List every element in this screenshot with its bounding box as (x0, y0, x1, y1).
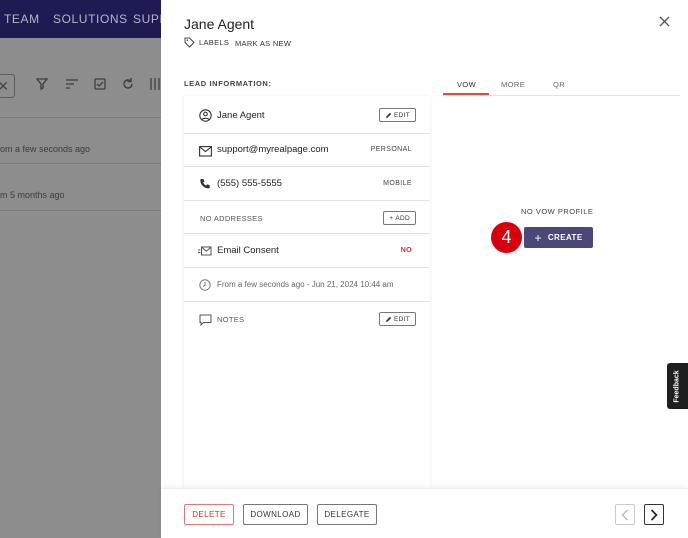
feedback-tab[interactable]: Feedback (667, 363, 688, 409)
lead-name-row: Jane Agent EDIT (184, 96, 430, 134)
mail-icon (198, 144, 212, 158)
labels-label: LABELS (199, 38, 230, 47)
lead-phone[interactable]: (555) 555-5555 (217, 178, 282, 189)
delete-button[interactable]: DELETE (184, 504, 234, 525)
columns-icon[interactable] (148, 77, 162, 91)
chevron-right-icon (650, 508, 658, 521)
no-vow-profile-label: NO VOW PROFILE (521, 207, 594, 216)
previous-lead-button[interactable] (615, 504, 635, 525)
lead-phone-row: (555) 555-5555 MOBILE (184, 167, 430, 201)
lead-information-heading: LEAD INFORMATION: (184, 79, 272, 88)
edit-notes-button[interactable]: EDIT (378, 312, 416, 326)
select-all-icon[interactable] (93, 77, 107, 91)
divider (0, 117, 161, 118)
download-button[interactable]: DOWNLOAD (243, 504, 308, 525)
sort-icon[interactable] (65, 77, 79, 91)
labels-button[interactable]: LABELS (184, 37, 229, 48)
profile-tabs: VOW MORE QR (443, 78, 680, 96)
divider (0, 210, 161, 211)
lead-information-panel: Jane Agent EDIT support@myrealpage.com P… (184, 96, 430, 488)
list-item-time: om a few seconds ago (0, 144, 91, 154)
refresh-icon[interactable] (121, 77, 135, 91)
lead-addresses-row: NO ADDRESSES + ADD (184, 201, 430, 234)
plus-icon: + (534, 230, 542, 245)
tab-vow[interactable]: VOW (457, 80, 476, 89)
tab-qr[interactable]: QR (553, 80, 565, 89)
activity-text: From a few seconds ago - Jun 21, 2024 10… (217, 280, 394, 289)
clear-filter-button[interactable]: ✕ (0, 74, 15, 98)
filter-icon[interactable] (35, 77, 50, 91)
close-icon (659, 16, 669, 27)
lead-details-drawer: Jane Agent LABELS MARK AS NEW LEAD INFOR… (161, 0, 688, 538)
create-vow-button[interactable]: + CREATE (524, 227, 593, 248)
step-number-badge: 4 (491, 222, 522, 253)
tag-icon (184, 37, 195, 48)
divider (0, 163, 161, 164)
edit-name-button[interactable]: EDIT (378, 108, 416, 122)
notes-label: NOTES (217, 315, 245, 324)
lead-email[interactable]: support@myrealpage.com (217, 144, 329, 155)
notes-row: NOTES EDIT (184, 302, 430, 336)
nav-item-solutions[interactable]: SOLUTIONS (53, 12, 128, 26)
list-item-time: m 5 months ago (0, 190, 65, 200)
nav-item-team[interactable]: TEAM (4, 12, 40, 26)
tab-more[interactable]: MORE (501, 80, 525, 89)
email-consent-label: Email Consent (217, 245, 279, 256)
pencil-icon (385, 112, 392, 118)
person-icon (198, 108, 212, 122)
pencil-icon (385, 316, 392, 322)
drawer-title: Jane Agent (184, 16, 255, 32)
email-consent-value: NO (400, 247, 412, 254)
lead-email-row: support@myrealpage.com PERSONAL (184, 134, 430, 167)
clock-icon (198, 278, 212, 292)
next-lead-button[interactable] (644, 504, 664, 525)
chevron-left-icon (621, 509, 628, 520)
email-consent-row: Email Consent NO (184, 234, 430, 268)
drawer-footer: DELETE DOWNLOAD DELEGATE (161, 488, 688, 538)
add-address-button[interactable]: + ADD (383, 211, 416, 225)
consent-mail-icon (198, 244, 212, 258)
comment-icon (198, 313, 212, 327)
phone-type-label: MOBILE (383, 180, 412, 187)
no-addresses-label: NO ADDRESSES (200, 214, 263, 223)
delegate-button[interactable]: DELEGATE (317, 504, 377, 525)
close-button[interactable] (655, 14, 673, 32)
email-type-label: PERSONAL (370, 146, 412, 153)
mark-as-new-button[interactable]: MARK AS NEW (235, 39, 291, 48)
active-tab-indicator (443, 93, 489, 95)
activity-row: From a few seconds ago - Jun 21, 2024 10… (184, 268, 430, 302)
plus-icon: + (389, 214, 394, 222)
lead-name: Jane Agent (217, 110, 265, 121)
phone-icon (198, 177, 212, 191)
